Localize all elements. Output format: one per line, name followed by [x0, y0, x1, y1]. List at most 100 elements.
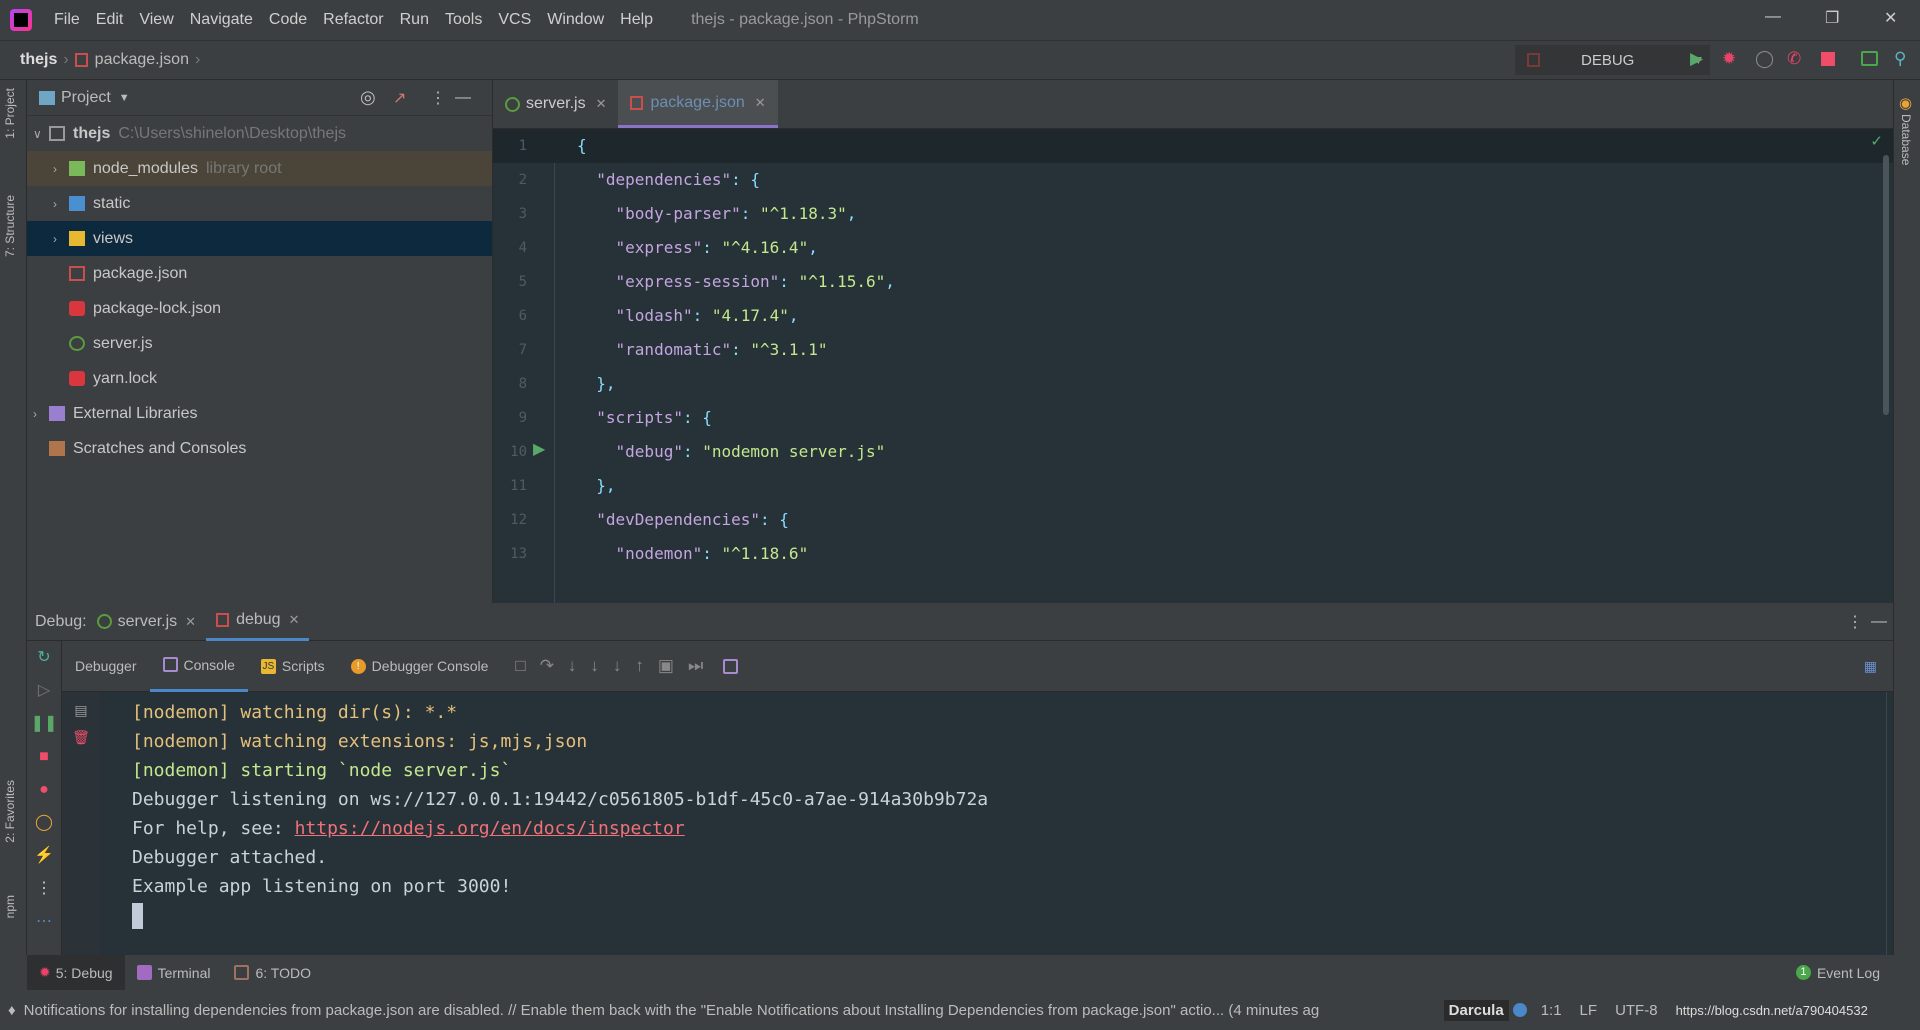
menu-edit[interactable]: Edit [88, 11, 132, 29]
caret-position[interactable]: 1:1 [1541, 1002, 1562, 1019]
debug-tab-debug[interactable]: debug ✕ [206, 603, 310, 641]
menu-help[interactable]: Help [612, 11, 661, 29]
structure-tool-button[interactable]: 7: Structure [3, 195, 17, 257]
close-tab-icon[interactable]: ✕ [596, 96, 607, 112]
editor[interactable]: server.js ✕ package.json ✕ 1{2 "dependen… [493, 80, 1893, 603]
expand-arrow-icon[interactable]: › [53, 232, 69, 246]
hide-panel-icon[interactable]: — [455, 89, 471, 107]
clear-all-icon[interactable]: 🗑 [62, 729, 100, 746]
stop-icon[interactable]: ■ [27, 740, 61, 773]
menu-window[interactable]: Window [539, 11, 612, 29]
code-line[interactable]: 10 "debug": "nodemon server.js" [493, 435, 1893, 469]
menu-code[interactable]: Code [261, 11, 315, 29]
tab-scripts[interactable]: JS Scripts [248, 641, 338, 692]
tree-root[interactable]: ∨ thejs C:\Users\shinelon\Desktop\thejs [27, 116, 492, 151]
tree-item-yarn-lock[interactable]: yarn.lock [27, 361, 492, 396]
search-icon[interactable]: ⚲ [1894, 49, 1906, 69]
collapse-all-icon[interactable]: ↗ [393, 88, 406, 108]
code-line[interactable]: 3 "body-parser": "^1.18.3", [493, 197, 1893, 231]
close-button[interactable]: ✕ [1884, 8, 1897, 28]
project-tool-button[interactable]: 1: Project [3, 88, 17, 139]
more-actions-icon[interactable]: ⋮ [27, 872, 61, 905]
tab-debugger[interactable]: Debugger [62, 641, 150, 692]
console-scrollbar[interactable] [1886, 692, 1887, 955]
pause-icon[interactable]: ❚❚ [27, 707, 61, 740]
tree-item-views[interactable]: › views [27, 221, 492, 256]
database-tool-button[interactable]: Database [1899, 114, 1913, 165]
code-line[interactable]: 5 "express-session": "^1.15.6", [493, 265, 1893, 299]
evaluate-icon[interactable] [723, 658, 739, 674]
run-config-select[interactable]: DEBUG ▼ [1515, 45, 1710, 75]
menu-tools[interactable]: Tools [437, 11, 490, 29]
options-icon[interactable]: ⋮ [430, 88, 446, 108]
close-tab-icon[interactable]: ✕ [185, 614, 196, 630]
debug-icon[interactable]: ✹ [1722, 49, 1736, 69]
breadcrumb-project[interactable]: thejs [20, 51, 57, 69]
terminal-icon[interactable] [1861, 51, 1878, 66]
run-icon[interactable]: ▶ [1690, 49, 1703, 69]
menu-view[interactable]: View [131, 11, 181, 29]
listen-debug-icon[interactable]: ✆ [1787, 49, 1801, 69]
menu-refactor[interactable]: Refactor [315, 11, 391, 29]
ellipsis-icon[interactable]: ⋯ [27, 905, 61, 938]
rerun-icon[interactable]: ↻ [27, 641, 61, 674]
npm-tool-button[interactable]: npm [3, 895, 17, 918]
tab-server-js[interactable]: server.js ✕ [493, 80, 618, 128]
options-icon[interactable]: ⋮ [1847, 612, 1863, 632]
code-line[interactable]: 4 "express": "^4.16.4", [493, 231, 1893, 265]
line-separator[interactable]: LF [1580, 1002, 1598, 1019]
favorites-tool-button[interactable]: 2: Favorites [3, 780, 17, 843]
tree-item-external-libraries[interactable]: › External Libraries [27, 396, 492, 431]
expand-arrow-icon[interactable]: ∨ [33, 127, 49, 141]
expand-arrow-icon[interactable]: › [53, 197, 69, 211]
theme-indicator[interactable]: Darcula [1443, 999, 1509, 1021]
close-tab-icon[interactable]: ✕ [289, 612, 300, 628]
menu-vcs[interactable]: VCS [490, 11, 539, 29]
run-script-gutter-icon[interactable]: ▶ [533, 439, 545, 459]
code-line[interactable]: 1{ [493, 129, 1893, 163]
tab-package-json[interactable]: package.json ✕ [618, 80, 778, 128]
mute-breakpoints-icon[interactable]: ◯ [27, 806, 61, 839]
editor-scrollbar[interactable] [1883, 155, 1889, 415]
tree-item-static[interactable]: › static [27, 186, 492, 221]
resume-icon[interactable]: ▷ [27, 674, 61, 707]
stepping-icons[interactable]: □↷↓↓↓↑▣⏭ [515, 656, 717, 676]
status-message[interactable]: Notifications for installing dependencie… [24, 1002, 1444, 1019]
code-line[interactable]: 12 "devDependencies": { [493, 503, 1893, 537]
event-log-button[interactable]: 1 Event Log [1795, 965, 1880, 981]
layout-icon[interactable]: ▦ [1864, 658, 1877, 675]
tool-tab-debug[interactable]: ✹ 5: Debug [27, 955, 125, 990]
tree-item-scratches[interactable]: Scratches and Consoles [27, 431, 492, 466]
notification-icon[interactable]: ♦ [8, 1002, 16, 1019]
tree-item-server-js[interactable]: server.js [27, 326, 492, 361]
code-line[interactable]: 13 "nodemon": "^1.18.6" [493, 537, 1893, 571]
inspector-docs-link[interactable]: https://nodejs.org/en/docs/inspector [295, 818, 685, 839]
tool-tab-terminal[interactable]: Terminal [125, 955, 223, 990]
menu-file[interactable]: File [46, 11, 88, 29]
tree-item-package-json[interactable]: package.json [27, 256, 492, 291]
restore-button[interactable]: ❐ [1825, 8, 1839, 28]
expand-arrow-icon[interactable]: › [33, 407, 49, 421]
tree-item-package-lock[interactable]: package-lock.json [27, 291, 492, 326]
tree-item-node-modules[interactable]: › node_modules library root [27, 151, 492, 186]
scroll-to-end-icon[interactable]: ▤ [62, 702, 100, 719]
file-encoding[interactable]: UTF-8 [1615, 1002, 1658, 1019]
menu-run[interactable]: Run [392, 11, 437, 29]
console-output[interactable]: ▤ 🗑 [nodemon] watching dir(s): *.* [nodem… [62, 692, 1893, 955]
expand-arrow-icon[interactable]: › [53, 162, 69, 176]
hide-panel-icon[interactable]: — [1871, 613, 1887, 631]
close-tab-icon[interactable]: ✕ [755, 95, 766, 111]
code-line[interactable]: 9 "scripts": { [493, 401, 1893, 435]
stop-icon[interactable] [1821, 52, 1835, 66]
coverage-icon[interactable]: ◯ [1755, 49, 1774, 69]
minimize-button[interactable]: — [1765, 8, 1781, 26]
tab-debugger-console[interactable]: ! Debugger Console [338, 641, 502, 692]
code-line[interactable]: 8 }, [493, 367, 1893, 401]
lightning-icon[interactable]: ⚡ [27, 839, 61, 872]
code-line[interactable]: 6 "lodash": "4.17.4", [493, 299, 1893, 333]
code-line[interactable]: 11 }, [493, 469, 1893, 503]
debug-tab-server-js[interactable]: server.js ✕ [87, 603, 206, 641]
view-breakpoints-icon[interactable]: ● [27, 773, 61, 806]
menu-navigate[interactable]: Navigate [182, 11, 261, 29]
breadcrumb-file[interactable]: package.json [95, 51, 189, 69]
